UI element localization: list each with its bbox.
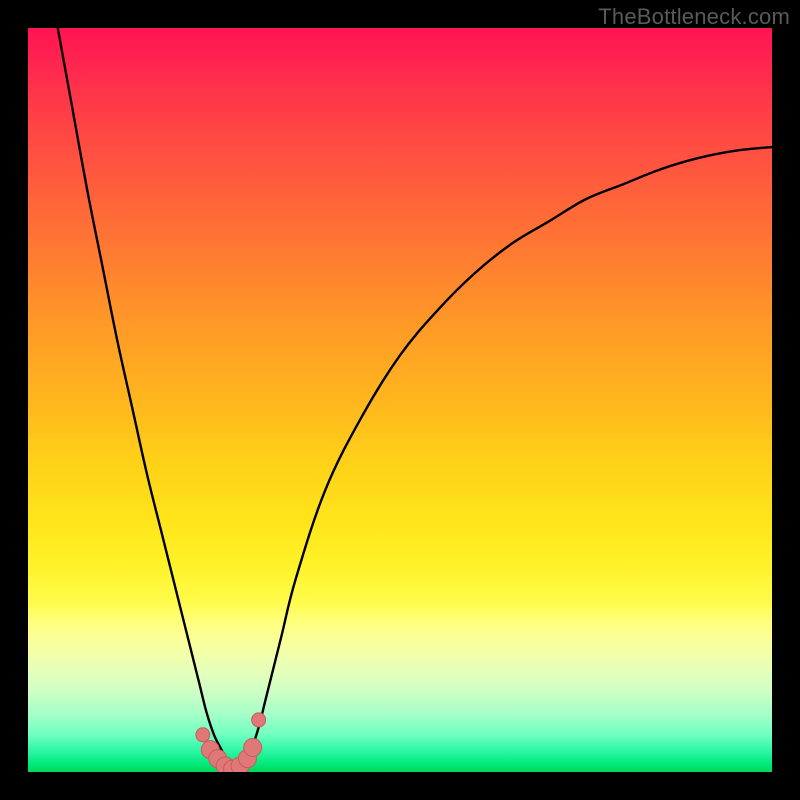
- plot-area: [28, 28, 772, 772]
- curve-marker: [252, 713, 266, 727]
- curve-layer: [28, 28, 772, 772]
- curve-markers: [196, 713, 266, 772]
- curve-marker: [244, 738, 262, 756]
- bottleneck-curve: [58, 28, 772, 772]
- curve-marker: [196, 728, 210, 742]
- chart-frame: TheBottleneck.com: [0, 0, 800, 800]
- watermark-text: TheBottleneck.com: [598, 4, 790, 30]
